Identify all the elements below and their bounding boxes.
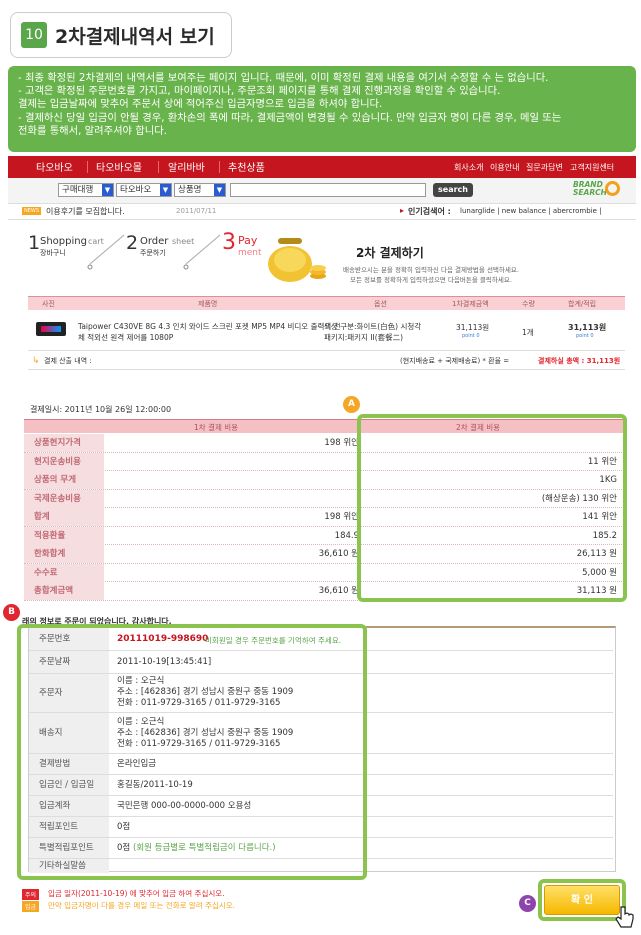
nav-support[interactable]: 고객지원센터	[570, 162, 614, 173]
cost-row-label: 한화합계	[24, 545, 104, 563]
step-title-box: 10 2차결제내역서 보기	[10, 12, 232, 58]
nav-guide[interactable]: 이용안내	[490, 162, 519, 173]
highlight-box-a	[357, 414, 627, 602]
step-3-number: 3	[222, 230, 236, 255]
description-line: 결제는 입금날짜에 맞추어 주문서 상에 적어주신 입금자명으로 입금을 하셔야…	[18, 98, 383, 111]
payment-heading: 2차 결제하기	[356, 246, 424, 260]
notice-text[interactable]: 이용후기를 모집합니다.	[46, 206, 125, 217]
top-nav: 타오바오 타오바오몰 알리바바 추천상품 회사소개 이용안내 질문과답변 고객지…	[8, 156, 636, 178]
marker-b: B	[3, 604, 20, 621]
pay-date: 결제일시: 2011년 10월 26일 12:00:00	[30, 405, 172, 414]
product-table-header: 사진 제품명 옵션 1차결제금액 수량 합계/적립	[28, 296, 625, 310]
step-divider	[87, 234, 125, 270]
marker-c: C	[519, 895, 536, 912]
brand-search-link[interactable]: BRAND SEARCH	[573, 181, 607, 197]
step-2-label: Order	[140, 236, 169, 247]
product-table: 사진 제품명 옵션 1차결제금액 수량 합계/적립 Taipower C430V…	[28, 296, 625, 348]
step-2-number: 2	[126, 232, 139, 254]
notice-date: 2011/07/11	[176, 207, 217, 215]
cost-row-label: 총합계금액	[24, 582, 104, 600]
product-price: 31,113원	[456, 323, 490, 332]
calc-total: 결제하실 총액 : 31,113원	[538, 357, 621, 365]
col-1st-header: 1차 결제 비용	[194, 423, 239, 432]
cost-row-label: 적용환율	[24, 526, 104, 545]
popular-label: 인기검색어 :	[408, 207, 451, 216]
nav-alibaba[interactable]: 알리바바	[168, 159, 205, 174]
nav-recommended[interactable]: 추천상품	[228, 159, 265, 174]
news-badge: NEWS	[22, 207, 42, 215]
search-icon	[605, 181, 620, 196]
cost-1st-value: 36,610 원	[318, 586, 359, 596]
description-line: - 결제하신 당일 입금이 안될 경우, 환차손의 폭에 따라, 결제금액이 변…	[18, 111, 562, 124]
arrow-icon: ↳	[32, 356, 40, 366]
category-select[interactable]: 구매대행 ▼	[58, 183, 114, 197]
cost-1st-value: 198 위안	[324, 512, 359, 522]
nav-company[interactable]: 회사소개	[454, 162, 483, 173]
order-progress: 1 Shopping cart 장바구니 2 Order sheet 주문하기 …	[28, 230, 519, 284]
warning-badge: 주의	[22, 889, 40, 900]
product-thumbnail[interactable]	[36, 322, 66, 336]
nav-qna[interactable]: 질문과답변	[526, 162, 563, 173]
product-qty: 1개	[522, 328, 534, 337]
chevron-down-icon: ▼	[102, 184, 113, 196]
page-title: 2차결제내역서 보기	[55, 25, 215, 48]
search-input[interactable]	[230, 183, 426, 197]
highlight-box-b	[17, 624, 367, 880]
chevron-down-icon: ▼	[214, 184, 225, 196]
notice-bar: NEWS 이용후기를 모집합니다. 2011/07/11 ▸ 인기검색어 : l…	[8, 204, 636, 220]
description-line: - 최종 확정된 2차결제의 내역서를 보여주는 페이지 입니다. 때문에, 이…	[18, 72, 549, 84]
chevron-down-icon: ▼	[160, 184, 171, 196]
product-name[interactable]: Taipower C430VE 8G 4.3 인치 와이드 스크린 포켓 MP5…	[78, 321, 341, 332]
step-1-number: 1	[28, 232, 41, 254]
search-bar: 구매대행 ▼ 타오바오 ▼ 상품명 ▼ search BRAND SEARCH	[8, 178, 636, 204]
cost-1st-value: 198 위안	[324, 438, 359, 448]
cost-1st-value: 184.9	[334, 530, 359, 541]
step-3-label: Pay	[238, 234, 258, 247]
nav-taobao[interactable]: 타오바오	[36, 159, 73, 174]
marker-a: A	[343, 396, 360, 413]
product-total: 31,113원	[568, 323, 607, 332]
arrow-icon: ▸	[400, 206, 405, 215]
popular-keywords[interactable]: lunarglide | new balance | abercrombie |	[460, 207, 602, 215]
cost-row-label: 수수료	[24, 563, 104, 582]
nav-taobao-mall[interactable]: 타오바오몰	[96, 159, 142, 174]
description-line: 전화를 통해서, 알려주셔야 합니다.	[18, 124, 167, 137]
step-1-label: Shopping	[40, 236, 87, 247]
deposit-badge: 입금	[22, 901, 40, 912]
cost-row-label: 현지운송비용	[24, 452, 104, 471]
cost-row-label: 국제운송비용	[24, 489, 104, 508]
cost-1st-value: 36,610 원	[318, 549, 359, 559]
cost-row-label: 합계	[24, 508, 104, 526]
confirm-button[interactable]: 확 인	[544, 885, 620, 915]
cost-row-label: 상품의 무게	[24, 471, 104, 489]
description-box: - 최종 확정된 2차결제의 내역서를 보여주는 페이지 입니다. 때문에, 이…	[8, 66, 636, 152]
step-divider	[183, 234, 221, 270]
description-line: - 고객은 확정된 주문번호를 가지고, 마이페이지나, 주문조회 페이지를 통…	[18, 85, 501, 98]
hand-cursor-icon	[615, 906, 634, 928]
cost-row-label: 상품현지가격	[24, 434, 104, 452]
field-select[interactable]: 상품명 ▼	[174, 183, 226, 197]
calc-line: ↳ 결제 산출 내역 : (현지배송료 + 국제배송료) * 환율 = 결제하실…	[28, 350, 625, 370]
search-button[interactable]: search	[433, 183, 473, 197]
step-number: 10	[21, 22, 47, 48]
product-option: 색상 구분:화이트(白色) 시청각	[324, 322, 422, 331]
site-select[interactable]: 타오바오 ▼	[116, 183, 172, 197]
coin-purse-icon	[268, 238, 326, 282]
